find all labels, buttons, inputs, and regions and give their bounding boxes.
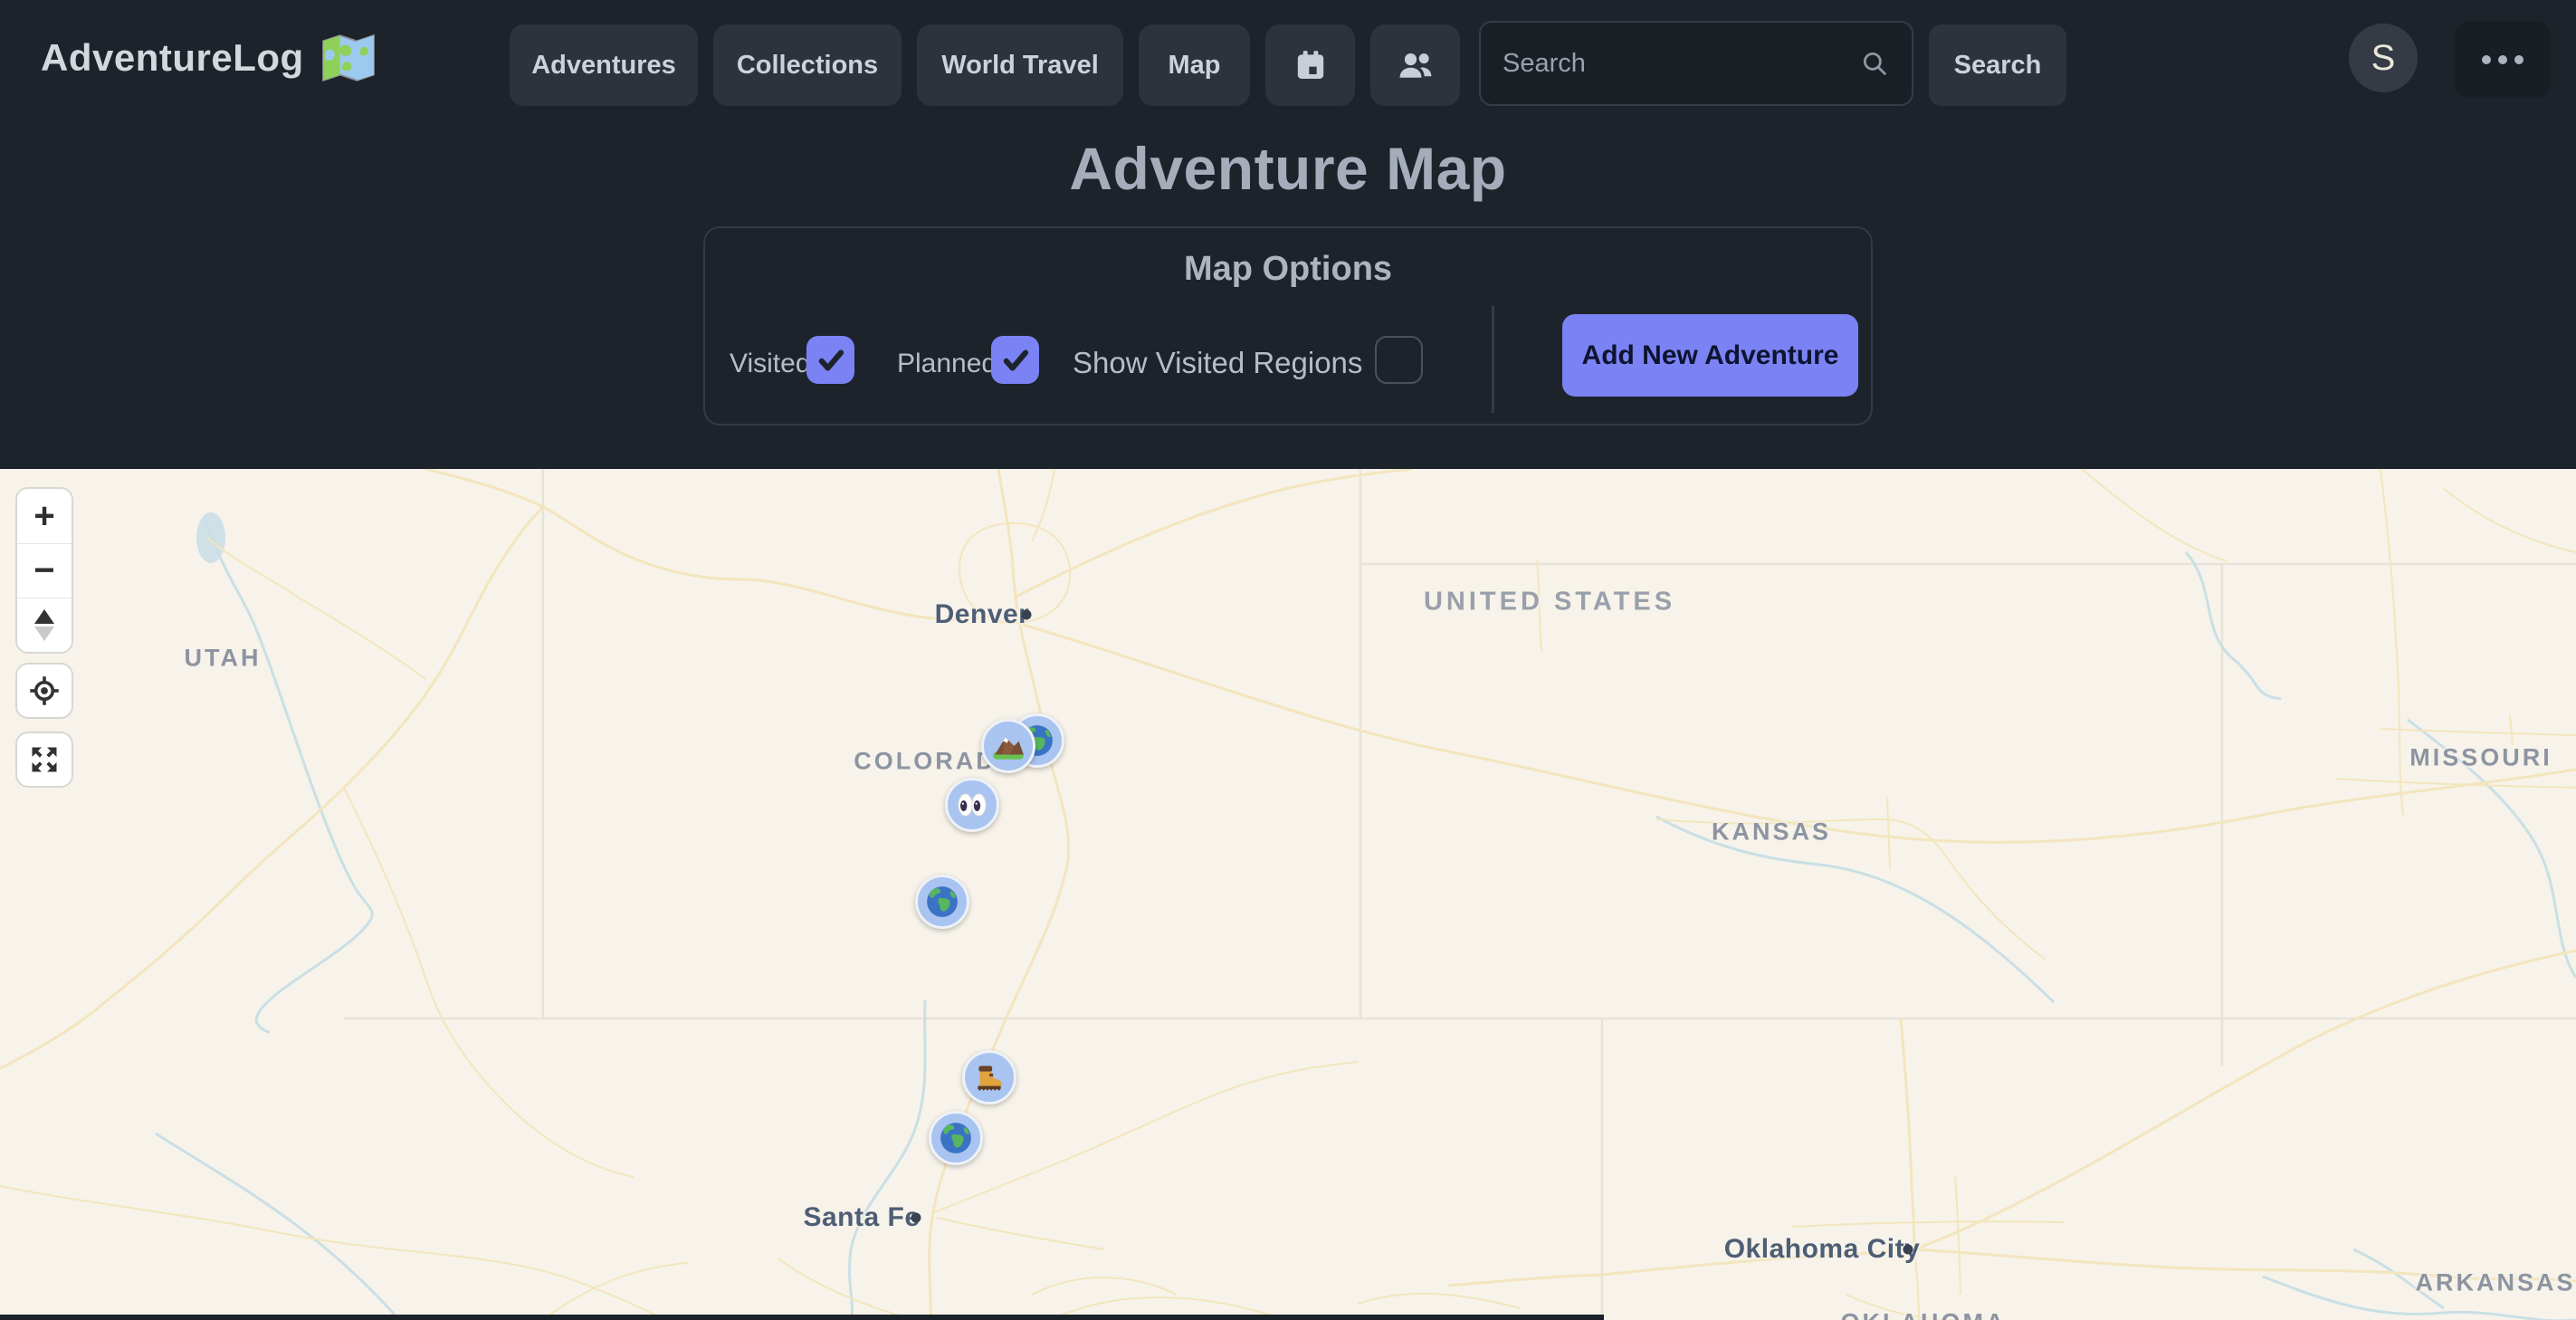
city-dot-denver <box>1022 610 1032 620</box>
zoom-in-button[interactable]: + <box>17 489 72 543</box>
adventurelog-app: AdventureLog Adventures Collections Worl… <box>0 0 2576 1320</box>
nav-map[interactable]: Map <box>1139 24 1250 106</box>
nav-world-travel[interactable]: World Travel <box>917 24 1123 106</box>
nav-adventures[interactable]: Adventures <box>510 24 698 106</box>
map-options-card: Map Options Visited Planned Show Visited… <box>703 226 1873 426</box>
geolocate-icon <box>28 674 61 707</box>
nav-world-travel-label: World Travel <box>941 51 1099 81</box>
marker-boot[interactable] <box>962 1050 1016 1105</box>
map-options-title: Map Options <box>705 250 1871 289</box>
ellipsis-icon <box>2482 55 2491 64</box>
world-map-icon <box>320 33 377 82</box>
users-icon <box>1396 45 1436 85</box>
avatar[interactable]: S <box>2349 24 2418 92</box>
search-box <box>1479 21 1913 106</box>
show-regions-toggle-label: Show Visited Regions <box>1073 346 1362 380</box>
more-menu-button[interactable] <box>2455 21 2551 98</box>
top-navbar: AdventureLog Adventures Collections Worl… <box>0 0 2576 116</box>
globe-icon <box>925 885 959 919</box>
zoom-control-group: + − <box>15 487 73 654</box>
search-button[interactable]: Search <box>1929 24 2066 106</box>
nav-collections[interactable]: Collections <box>713 24 902 106</box>
globe-icon <box>939 1121 973 1155</box>
state-label-oklahoma: OKLAHOMA <box>1841 1309 2007 1320</box>
avatar-initial: S <box>2371 38 2396 79</box>
planned-checkbox[interactable] <box>991 336 1039 384</box>
marker-eyes[interactable] <box>945 778 999 832</box>
zoom-out-button[interactable]: − <box>17 543 72 598</box>
basemap-layer <box>0 469 2576 1320</box>
fullscreen-icon <box>28 743 61 776</box>
check-icon <box>816 345 846 376</box>
marker-globe-3[interactable] <box>929 1111 983 1165</box>
visited-toggle-label: Visited <box>730 349 811 379</box>
app-name: AdventureLog <box>41 36 304 80</box>
footer-edge <box>0 1315 1604 1320</box>
show-regions-checkbox[interactable] <box>1375 336 1423 384</box>
water-layer <box>156 512 2576 1320</box>
fullscreen-button[interactable] <box>15 732 73 788</box>
roads-layer <box>0 469 2576 1320</box>
state-label-arkansas: ARKANSAS <box>2415 1269 2575 1297</box>
pitch-toggle-icon <box>34 609 54 641</box>
shared-users-button[interactable] <box>1370 24 1460 106</box>
nav-collections-label: Collections <box>737 51 878 81</box>
calendar-button[interactable] <box>1265 24 1355 106</box>
map-canvas[interactable]: UTAH COLORADO KANSAS MISSOURI OKLAHOMA A… <box>0 469 2576 1320</box>
geolocate-button[interactable] <box>15 663 73 719</box>
state-label-kansas: KANSAS <box>1712 818 1831 847</box>
city-dot-santa-fe <box>911 1213 921 1223</box>
visited-checkbox[interactable] <box>806 336 854 384</box>
app-logo[interactable]: AdventureLog <box>41 0 377 116</box>
marker-globe-2[interactable] <box>915 875 969 929</box>
pitch-toggle-button[interactable] <box>17 598 72 652</box>
state-label-missouri: MISSOURI <box>2409 744 2552 772</box>
eyes-icon <box>955 788 989 822</box>
check-icon <box>1000 345 1031 376</box>
options-divider <box>1492 306 1494 413</box>
nav-adventures-label: Adventures <box>531 51 676 81</box>
country-label-united-states: UNITED STATES <box>1424 588 1675 617</box>
hiking-boot-icon <box>972 1060 1007 1095</box>
planned-toggle-label: Planned <box>897 349 997 379</box>
search-input[interactable] <box>1503 49 1859 79</box>
page-title: Adventure Map <box>0 134 2576 203</box>
nav-map-label: Map <box>1169 51 1221 81</box>
search-icon <box>1859 48 1890 79</box>
mountain-icon <box>991 729 1026 763</box>
marker-mountain[interactable] <box>981 719 1035 773</box>
city-label-oklahoma-city: Oklahoma City <box>1724 1234 1921 1265</box>
state-label-utah: UTAH <box>185 645 262 673</box>
city-label-denver: Denver <box>935 599 1030 630</box>
city-dot-oklahoma-city <box>1903 1245 1913 1255</box>
add-new-adventure-button[interactable]: Add New Adventure <box>1562 314 1858 397</box>
calendar-icon <box>1293 47 1329 83</box>
city-label-santa-fe: Santa Fe <box>803 1202 920 1233</box>
